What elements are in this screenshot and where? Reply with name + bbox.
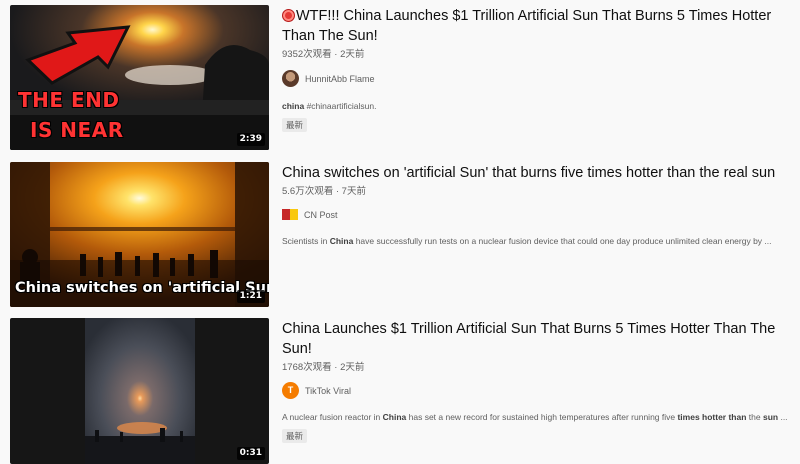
desc-highlight: China: [382, 412, 407, 422]
channel-name[interactable]: TikTok Viral: [305, 386, 351, 396]
desc-text: Scientists in: [282, 236, 330, 246]
desc-text: the: [746, 412, 763, 422]
video-result[interactable]: THE END IS NEAR 2:39 WTF!!! China Launch…: [10, 5, 790, 150]
red-circle-icon: [282, 9, 295, 22]
video-title[interactable]: China switches on 'artificial Sun' that …: [282, 163, 790, 183]
thumbnail-caption: China switches on 'artificial Sun': [15, 280, 269, 296]
avatar[interactable]: [282, 70, 299, 87]
desc-highlight: sun: [762, 412, 779, 422]
video-info: China Launches $1 Trillion Artificial Su…: [282, 318, 790, 464]
upload-age: 2天前: [340, 362, 365, 373]
video-description: china #chinaartificialsun.: [282, 100, 790, 112]
video-title-text: WTF!!! China Launches $1 Trillion Artifi…: [282, 8, 772, 44]
video-info: WTF!!! China Launches $1 Trillion Artifi…: [282, 5, 790, 150]
video-info: China switches on 'artificial Sun' that …: [282, 162, 790, 307]
new-badge: 最新: [282, 429, 308, 443]
video-result[interactable]: China switches on 'artificial Sun' 1:21 …: [10, 162, 790, 307]
desc-text: ...: [778, 412, 788, 422]
channel-row[interactable]: HunnitAbb Flame: [282, 70, 790, 87]
desc-text: A nuclear fusion reactor in: [282, 412, 383, 422]
video-thumbnail[interactable]: THE END IS NEAR 2:39: [10, 5, 269, 150]
thumbnail-image: [10, 318, 269, 464]
desc-highlight: times hotter than: [677, 412, 747, 422]
desc-text: #chinaartificialsun.: [304, 101, 377, 111]
video-description: Scientists in China have successfully ru…: [282, 235, 790, 247]
video-thumbnail[interactable]: 0:31: [10, 318, 269, 464]
video-duration: 1:21: [236, 290, 265, 303]
view-count: 9352次观看: [282, 49, 332, 60]
thumbnail-caption-line2: IS NEAR: [30, 118, 124, 142]
desc-highlight: China: [329, 236, 354, 246]
upload-age: 2天前: [340, 49, 365, 60]
channel-row[interactable]: CN Post: [282, 209, 790, 220]
video-meta: 5.6万次观看 · 7天前: [282, 186, 366, 197]
channel-row[interactable]: T TikTok Viral: [282, 382, 790, 399]
video-duration: 0:31: [236, 447, 265, 460]
desc-highlight: china: [282, 101, 305, 111]
video-thumbnail[interactable]: China switches on 'artificial Sun' 1:21: [10, 162, 269, 307]
desc-text: have successfully run tests on a nuclear…: [353, 236, 772, 246]
video-result[interactable]: 0:31 China Launches $1 Trillion Artifici…: [10, 318, 790, 464]
channel-name[interactable]: CN Post: [304, 210, 338, 220]
upload-age: 7天前: [341, 186, 366, 197]
view-count: 1768次观看: [282, 362, 332, 373]
desc-text: has set a new record for sustained high …: [406, 412, 678, 422]
new-badge: 最新: [282, 118, 308, 132]
video-title[interactable]: China Launches $1 Trillion Artificial Su…: [282, 319, 790, 359]
video-duration: 2:39: [236, 133, 265, 146]
video-meta: 9352次观看 · 2天前: [282, 49, 365, 60]
video-description: A nuclear fusion reactor in China has se…: [282, 411, 790, 423]
video-meta: 1768次观看 · 2天前: [282, 362, 365, 373]
avatar[interactable]: [282, 209, 298, 220]
view-count: 5.6万次观看: [282, 186, 334, 197]
avatar[interactable]: T: [282, 382, 299, 399]
channel-name[interactable]: HunnitAbb Flame: [305, 74, 375, 84]
thumbnail-caption-line1: THE END: [18, 88, 120, 112]
video-title[interactable]: WTF!!! China Launches $1 Trillion Artifi…: [282, 6, 790, 46]
